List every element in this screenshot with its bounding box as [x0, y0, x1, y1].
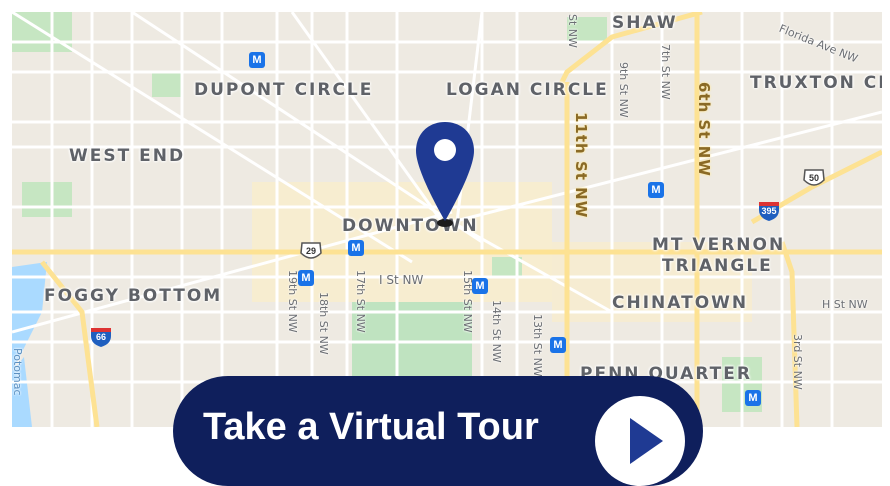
metro-icon[interactable]: M [298, 270, 314, 286]
label-6th-st: 6th St NW [695, 82, 713, 177]
label-foggy-bottom: FOGGY BOTTOM [44, 286, 223, 306]
label-i-st: I St NW [379, 273, 424, 287]
label-chinatown: CHINATOWN [612, 293, 749, 313]
label-9th-st: 9th St NW [617, 62, 630, 118]
label-shaw: SHAW [612, 13, 678, 33]
label-h-st: H St NW [822, 298, 868, 311]
interstate-395-shield-icon: 395 [757, 200, 781, 222]
metro-icon[interactable]: M [348, 240, 364, 256]
label-mt-vernon: MT VERNON [652, 235, 786, 255]
label-3rd-st: 3rd St NW [791, 334, 804, 390]
virtual-tour-label: Take a Virtual Tour [203, 406, 539, 448]
label-dupont-circle: DUPONT CIRCLE [194, 80, 374, 100]
metro-icon[interactable]: M [648, 182, 664, 198]
metro-icon[interactable]: M [745, 390, 761, 406]
label-truxton-circle: TRUXTON CI [750, 73, 882, 93]
shield-number: 50 [808, 173, 819, 183]
label-17th-st: 17th St NW [354, 270, 367, 333]
label-potomac: Potomac [12, 348, 24, 396]
metro-icon[interactable]: M [472, 278, 488, 294]
label-14th-st: 14th St NW [490, 300, 503, 363]
play-icon [630, 418, 663, 464]
metro-icon[interactable]: M [249, 52, 265, 68]
label-11th-st: 11th St NW [572, 112, 590, 219]
shield-number: 66 [95, 332, 106, 342]
us-50-shield-icon: 50 [802, 168, 826, 190]
label-logan-circle: LOGAN CIRCLE [446, 80, 609, 100]
us-29-shield-icon: 29 [299, 241, 323, 263]
label-18th-st: 18th St NW [317, 292, 330, 355]
map[interactable]: SHAW DUPONT CIRCLE LOGAN CIRCLE TRUXTON … [12, 12, 882, 427]
shield-number: 29 [305, 246, 316, 256]
metro-icon[interactable]: M [550, 337, 566, 353]
label-13th-st: 13th St NW [531, 314, 544, 377]
play-button[interactable] [595, 396, 685, 486]
label-7th-st: 7th St NW [659, 44, 672, 100]
label-triangle: TRIANGLE [662, 256, 773, 276]
label-st-nw-top: St NW [566, 14, 579, 48]
interstate-66-shield-icon: 66 [89, 326, 113, 348]
shield-number: 395 [761, 206, 777, 216]
label-west-end: WEST END [69, 146, 186, 166]
location-pin-icon[interactable] [414, 120, 476, 232]
virtual-tour-button[interactable]: Take a Virtual Tour [173, 376, 703, 486]
